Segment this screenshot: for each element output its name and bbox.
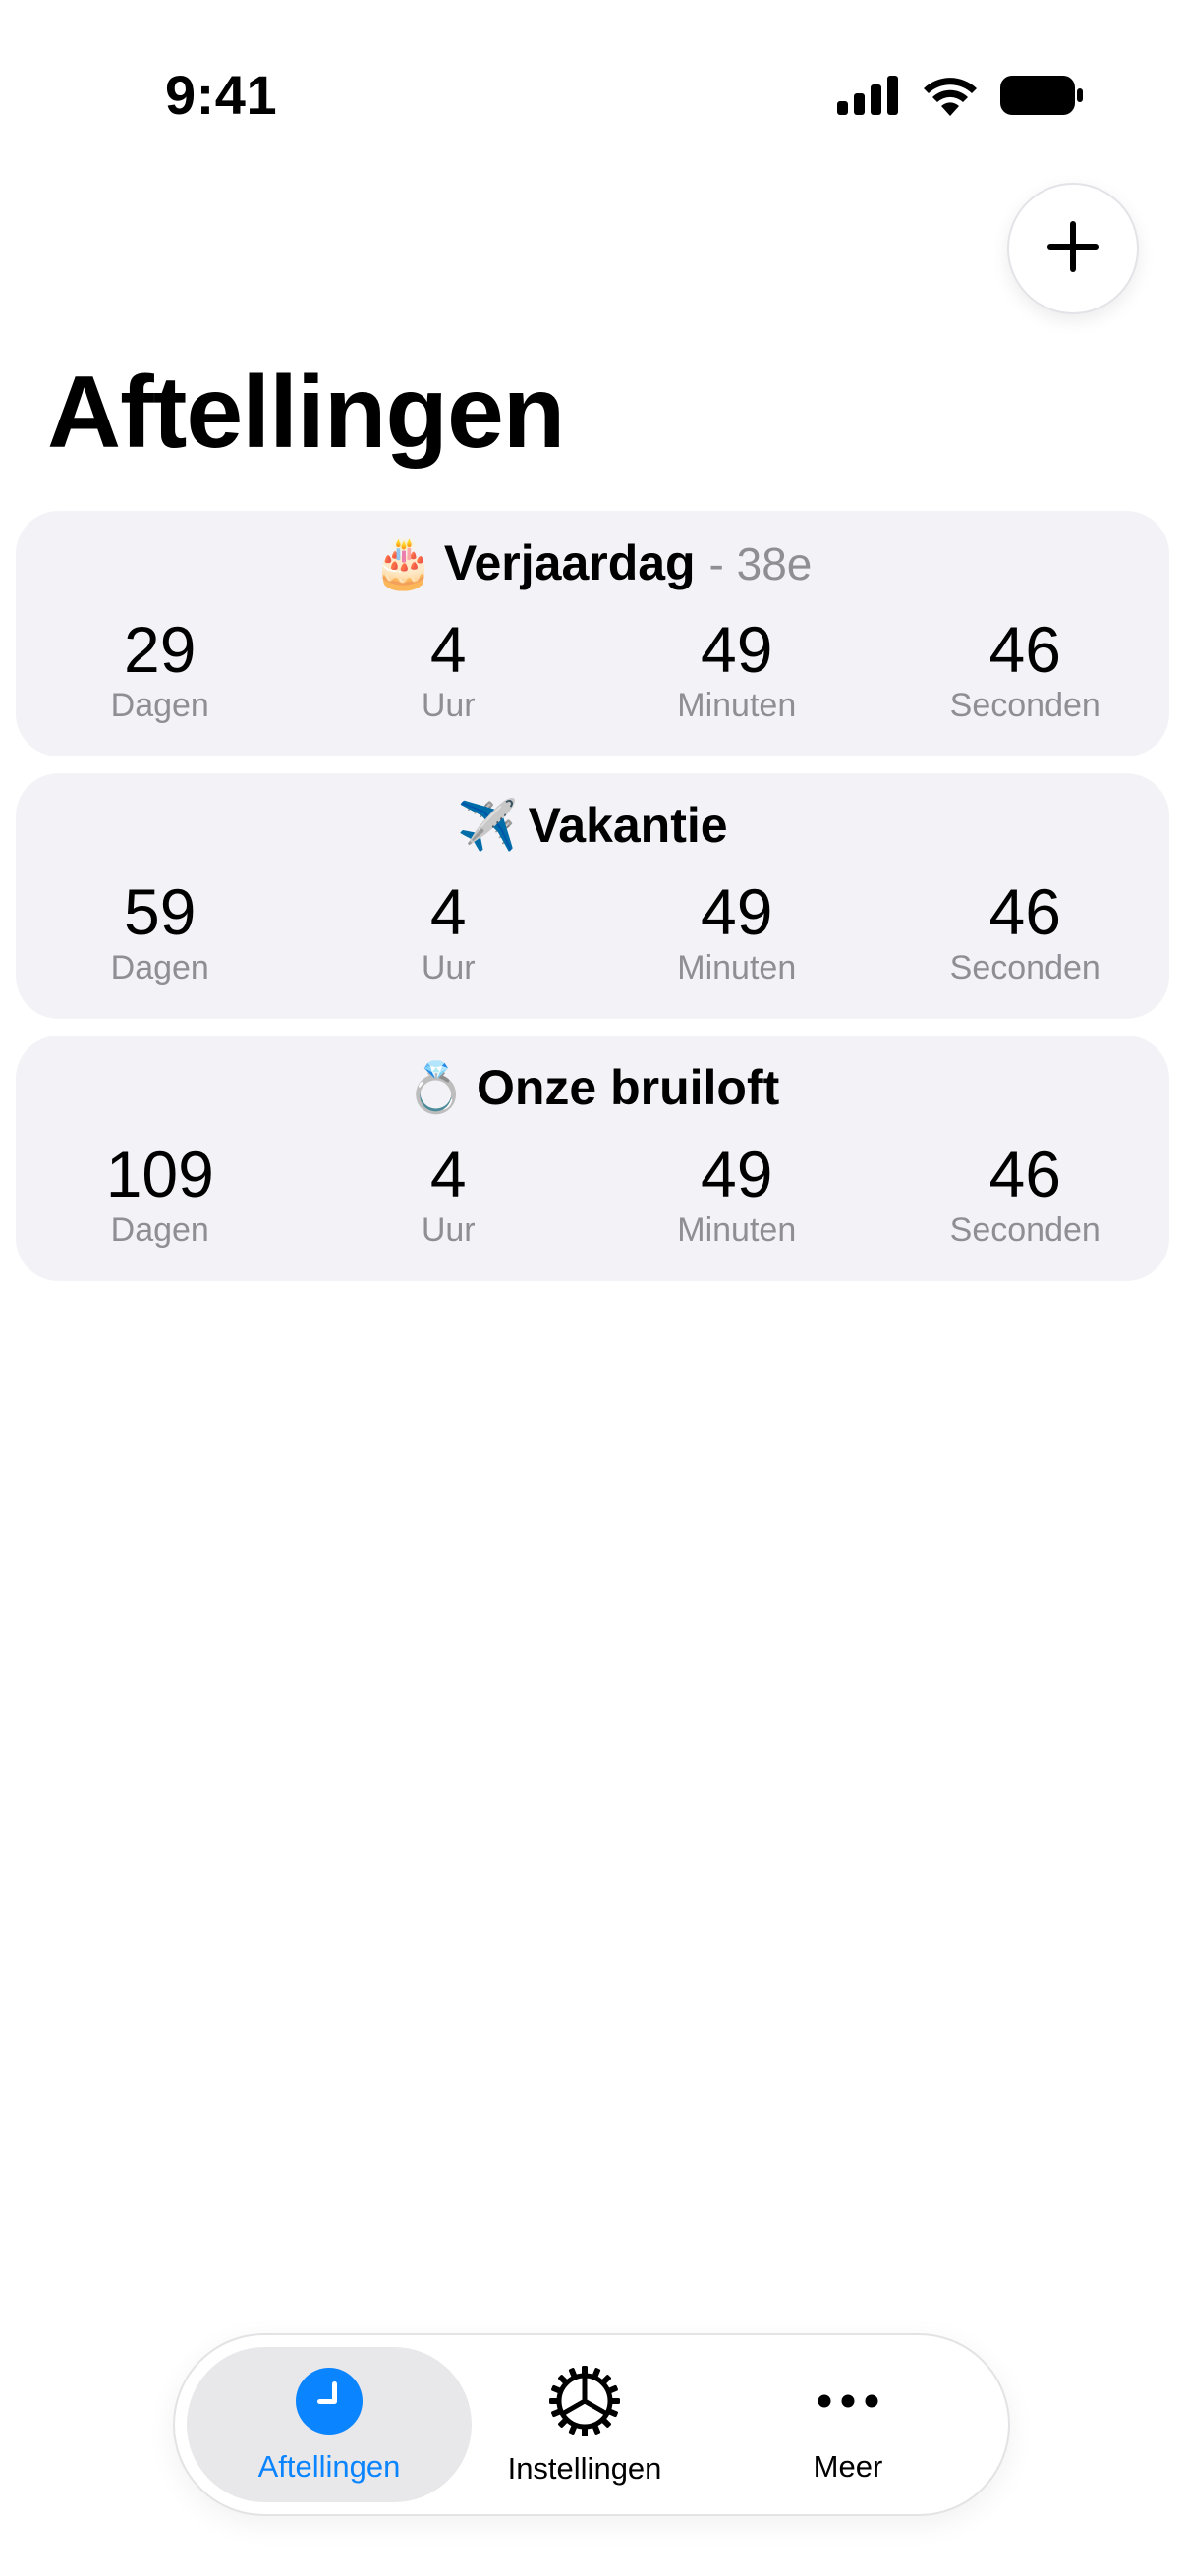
birthday-cake-icon: 🎂 — [372, 535, 434, 590]
tab-instellingen[interactable]: Instellingen — [472, 2347, 698, 2502]
unit-label: Uur — [421, 949, 476, 986]
unit-seconds: 46 Seconden — [881, 1138, 1170, 1250]
tab-aftellingen[interactable]: Aftellingen — [187, 2347, 472, 2502]
plus-icon — [1044, 217, 1102, 281]
tab-meer[interactable]: Meer — [725, 2347, 971, 2502]
countdown-name: Verjaardag — [443, 535, 696, 590]
status-bar: 9:41 — [0, 0, 1185, 196]
unit-value: 49 — [701, 875, 773, 948]
countdown-title: 🎂 Verjaardag - 38e — [16, 534, 1169, 592]
status-icons — [837, 75, 1083, 116]
countdown-units: 109 Dagen 4 Uur 49 Minuten 46 Seconden — [16, 1138, 1169, 1250]
countdown-units: 59 Dagen 4 Uur 49 Minuten 46 Seconden — [16, 875, 1169, 987]
unit-value: 46 — [988, 613, 1061, 686]
status-time: 9:41 — [165, 64, 278, 126]
countdown-units: 29 Dagen 4 Uur 49 Minuten 46 Seconden — [16, 613, 1169, 725]
unit-value: 4 — [429, 1138, 467, 1210]
unit-value: 46 — [988, 1138, 1061, 1210]
tab-label: Instellingen — [507, 2450, 662, 2486]
countdown-card-onze-bruiloft[interactable]: 💍 Onze bruiloft 109 Dagen 4 Uur 49 Minute… — [16, 1036, 1169, 1281]
gear-icon — [547, 2364, 622, 2443]
more-icon — [813, 2366, 883, 2441]
countdown-card-verjaardag[interactable]: 🎂 Verjaardag - 38e 29 Dagen 4 Uur 49 Minu… — [16, 511, 1169, 756]
unit-hours: 4 Uur — [305, 613, 593, 725]
countdown-card-vakantie[interactable]: ✈️ Vakantie 59 Dagen 4 Uur 49 Minuten 46 … — [16, 773, 1169, 1019]
unit-label: Minuten — [677, 1211, 797, 1249]
unit-label: Seconden — [949, 949, 1100, 986]
unit-label: Seconden — [949, 687, 1100, 724]
ring-icon: 💍 — [405, 1060, 467, 1115]
unit-minutes: 49 Minuten — [592, 1138, 881, 1250]
unit-hours: 4 Uur — [305, 1138, 593, 1250]
battery-icon — [1000, 75, 1083, 116]
unit-days: 59 Dagen — [16, 875, 305, 987]
clock-icon — [294, 2366, 365, 2441]
wifi-icon — [922, 75, 979, 116]
unit-value: 46 — [988, 875, 1061, 948]
unit-value: 4 — [429, 613, 467, 686]
tab-bar: Aftellingen Instellingen Meer — [173, 2333, 1010, 2516]
unit-label: Uur — [421, 1211, 476, 1249]
unit-minutes: 49 Minuten — [592, 613, 881, 725]
unit-value: 109 — [105, 1138, 214, 1210]
unit-hours: 4 Uur — [305, 875, 593, 987]
unit-label: Dagen — [110, 949, 209, 986]
unit-label: Minuten — [677, 687, 797, 724]
tab-label: Aftellingen — [257, 2448, 401, 2484]
page-title: Aftellingen — [47, 356, 565, 470]
tab-label: Meer — [813, 2448, 883, 2484]
cellular-signal-icon — [837, 76, 900, 115]
unit-label: Uur — [421, 687, 476, 724]
unit-label: Seconden — [949, 1211, 1100, 1249]
unit-value: 4 — [429, 875, 467, 948]
airplane-icon: ✈️ — [457, 798, 519, 853]
countdown-title: ✈️ Vakantie — [16, 797, 1169, 855]
countdown-title: 💍 Onze bruiloft — [16, 1059, 1169, 1117]
countdown-list: 🎂 Verjaardag - 38e 29 Dagen 4 Uur 49 Minu… — [16, 511, 1169, 1298]
add-countdown-button[interactable] — [1007, 183, 1139, 314]
unit-label: Minuten — [677, 949, 797, 986]
unit-days: 29 Dagen — [16, 613, 305, 725]
countdown-subtitle: - 38e — [708, 538, 813, 589]
unit-value: 49 — [701, 613, 773, 686]
countdown-name: Vakantie — [528, 798, 728, 853]
unit-minutes: 49 Minuten — [592, 875, 881, 987]
unit-value: 59 — [124, 875, 197, 948]
unit-value: 29 — [124, 613, 197, 686]
unit-seconds: 46 Seconden — [881, 613, 1170, 725]
unit-seconds: 46 Seconden — [881, 875, 1170, 987]
unit-days: 109 Dagen — [16, 1138, 305, 1250]
unit-label: Dagen — [110, 1211, 209, 1249]
unit-value: 49 — [701, 1138, 773, 1210]
countdown-name: Onze bruiloft — [476, 1060, 780, 1115]
unit-label: Dagen — [110, 687, 209, 724]
